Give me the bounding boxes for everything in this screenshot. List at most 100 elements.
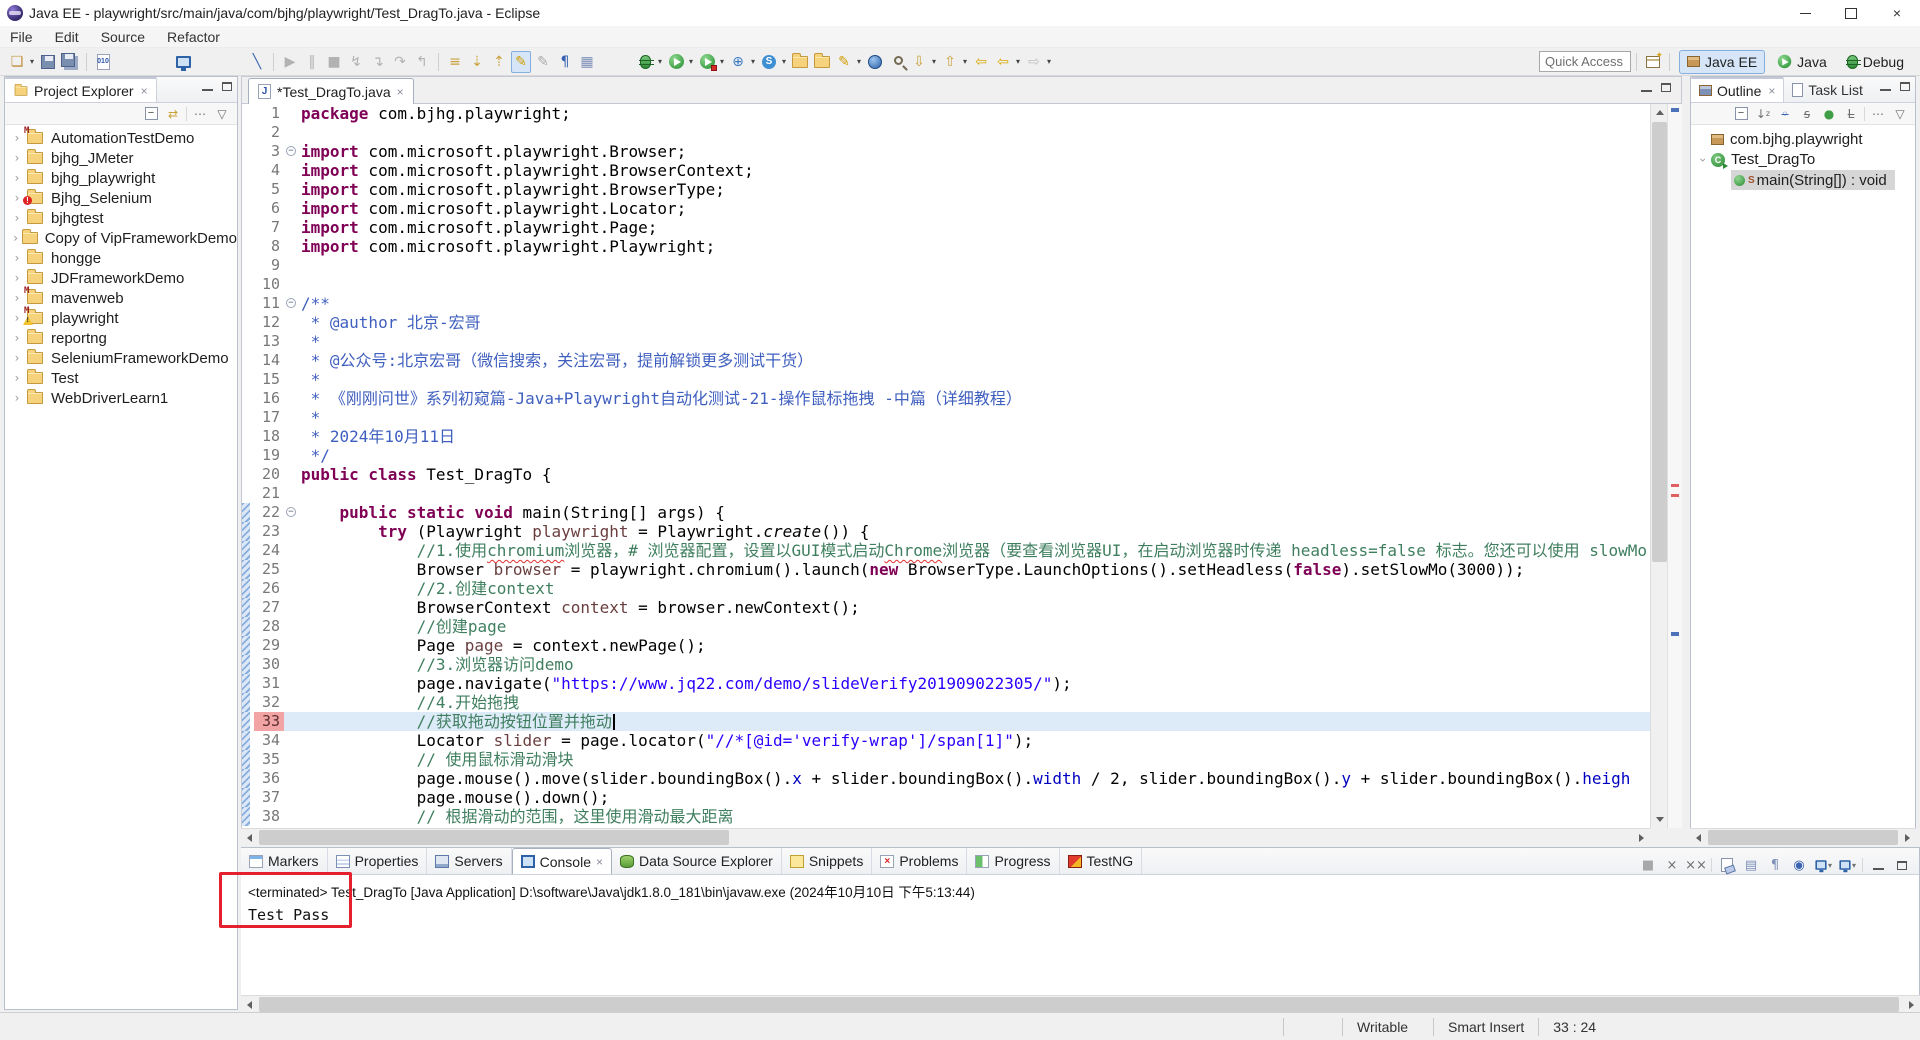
code-line-33[interactable]: 33 //获取拖动按钮位置并拖动 xyxy=(242,712,1650,731)
close-view-icon[interactable]: × xyxy=(1768,84,1775,98)
editor-vertical-scrollbar[interactable] xyxy=(1650,104,1667,828)
outline-horizontal-scrollbar[interactable] xyxy=(1690,828,1916,845)
minimize-view-button[interactable] xyxy=(1869,856,1887,874)
show-whitespace-button[interactable]: ¶ xyxy=(555,51,575,73)
expand-chevron[interactable]: › xyxy=(9,291,25,305)
close-view-icon[interactable]: × xyxy=(141,84,148,98)
expand-chevron[interactable]: › xyxy=(9,231,22,245)
tab-markers[interactable]: Markers xyxy=(241,848,328,874)
project-item-playwright[interactable]: ›Mplaywright xyxy=(5,308,237,328)
expand-chevron[interactable]: › xyxy=(9,331,25,345)
scroll-right-button[interactable] xyxy=(1903,996,1920,1013)
debug-button-dropdown[interactable]: ▾ xyxy=(656,51,664,73)
menu-refactor[interactable]: Refactor xyxy=(167,29,220,45)
hide-local-types-button[interactable]: L xyxy=(1842,105,1860,123)
export-button[interactable]: ⇧ xyxy=(940,51,960,73)
word-wrap-button[interactable]: ¶ xyxy=(1766,856,1784,874)
scroll-left-button[interactable] xyxy=(1690,829,1707,846)
expand-chevron[interactable]: › xyxy=(9,151,25,165)
step-over-button[interactable]: ↷ xyxy=(390,51,410,73)
remote-console-button[interactable] xyxy=(173,51,193,73)
scroll-left-button[interactable] xyxy=(241,829,258,846)
code-line-16[interactable]: 16 * 《刚刚问世》系列初窥篇-Java+Playwright自动化测试-21… xyxy=(242,389,1650,408)
show-public-button[interactable]: ● xyxy=(1820,105,1838,123)
code-line-28[interactable]: 28 //创建page xyxy=(242,617,1650,636)
code-line-2[interactable]: 2 xyxy=(242,123,1650,142)
tab-test-dragto[interactable]: J *Test_DragTo.java × xyxy=(248,78,414,104)
tab-project-explorer[interactable]: Project Explorer × xyxy=(5,77,157,102)
code-line-21[interactable]: 21 xyxy=(242,484,1650,503)
outline-item-package[interactable]: com.bjhg.playwright xyxy=(1691,129,1915,150)
scrollbar-thumb[interactable] xyxy=(259,997,1899,1012)
close-view-icon[interactable]: × xyxy=(596,855,603,869)
code-line-38[interactable]: 38 // 根据滑动的范围，这里使用滑动最大距离 xyxy=(242,807,1650,826)
close-window-button[interactable]: × xyxy=(1874,0,1920,26)
coverage-button-dropdown[interactable]: ▾ xyxy=(718,51,726,73)
skype-button-dropdown[interactable]: ▾ xyxy=(780,51,788,73)
run-button-dropdown[interactable]: ▾ xyxy=(687,51,695,73)
remove-launch-button[interactable]: × xyxy=(1663,856,1681,874)
project-item-hongge[interactable]: ›hongge xyxy=(5,248,237,268)
project-item-mavenweb[interactable]: ›Mmavenweb xyxy=(5,288,237,308)
fold-marker-icon[interactable]: − xyxy=(286,146,296,156)
tab-snippets[interactable]: Snippets xyxy=(782,848,872,874)
fold-marker-icon[interactable]: − xyxy=(286,298,296,308)
prev-annotation-button[interactable]: ⇡ xyxy=(489,51,509,73)
code-line-4[interactable]: 4import com.microsoft.playwright.Browser… xyxy=(242,161,1650,180)
expand-chevron[interactable]: › xyxy=(9,271,25,285)
web-service-button-dropdown[interactable]: ▾ xyxy=(749,51,757,73)
menu-edit[interactable]: Edit xyxy=(55,29,79,45)
tab-console[interactable]: Console× xyxy=(512,848,612,874)
step-into-button[interactable]: ↴ xyxy=(368,51,388,73)
scroll-right-button[interactable] xyxy=(1899,829,1916,846)
tab-task-list[interactable]: Task List xyxy=(1784,77,1870,102)
code-line-29[interactable]: 29 Page page = context.newPage(); xyxy=(242,636,1650,655)
maximize-view-button[interactable] xyxy=(1893,856,1911,874)
code-line-13[interactable]: 13 * xyxy=(242,332,1650,351)
view-menu-button[interactable]: ▽ xyxy=(1891,105,1909,123)
search-button[interactable] xyxy=(887,51,907,73)
code-line-12[interactable]: 12 * @author 北京-宏哥 xyxy=(242,313,1650,332)
web-service-button[interactable]: ⊕ xyxy=(728,51,748,73)
debug-button[interactable] xyxy=(635,51,655,73)
overview-ruler[interactable] xyxy=(1667,104,1682,828)
minimize-view-button[interactable] xyxy=(202,88,213,91)
suspend-button[interactable]: ‖ xyxy=(302,51,322,73)
collapse-chevron[interactable]: › xyxy=(1696,152,1710,168)
tab-problems[interactable]: ×Problems xyxy=(872,848,967,874)
mark-occurrences-button[interactable]: ✎ xyxy=(511,51,531,73)
code-line-5[interactable]: 5import com.microsoft.playwright.Browser… xyxy=(242,180,1650,199)
project-item-copy-of-vipframeworkdemo[interactable]: ›Copy of VipFrameworkDemo xyxy=(5,228,237,248)
skip-all-breakpoints-button[interactable]: ╲ xyxy=(247,51,267,73)
hide-fields-button[interactable]: ◦ xyxy=(1776,105,1794,123)
disconnect-button[interactable]: ↯ xyxy=(346,51,366,73)
code-line-37[interactable]: 37 page.mouse().down(); xyxy=(242,788,1650,807)
collapse-all-button[interactable]: − xyxy=(1732,105,1750,123)
focus-button[interactable]: ⋯ xyxy=(1869,105,1887,123)
outline-item-class[interactable]: › C Test_DragTo xyxy=(1691,150,1915,171)
code-line-11[interactable]: 11−/** xyxy=(242,294,1650,313)
tab-data-source-explorer[interactable]: Data Source Explorer xyxy=(612,848,782,874)
open-perspective-button[interactable] xyxy=(1643,51,1663,73)
maximize-view-button[interactable] xyxy=(1900,82,1910,91)
tab-servers[interactable]: Servers xyxy=(427,848,511,874)
save-button[interactable] xyxy=(38,51,58,73)
quick-access-input[interactable] xyxy=(1539,51,1631,72)
annotate-button-dropdown[interactable]: ▾ xyxy=(855,51,863,73)
code-line-22[interactable]: 22− public static void main(String[] arg… xyxy=(242,503,1650,522)
import-button[interactable]: ⇩ xyxy=(909,51,929,73)
scrollbar-thumb[interactable] xyxy=(1708,830,1898,845)
code-line-8[interactable]: 8import com.microsoft.playwright.Playwri… xyxy=(242,237,1650,256)
display-console-button[interactable]: ▾ xyxy=(1814,856,1832,874)
fold-marker-icon[interactable]: − xyxy=(286,507,296,517)
clear-console-button[interactable] xyxy=(1718,856,1736,874)
terminate-button[interactable]: ■ xyxy=(324,51,344,73)
next-annotation-button[interactable]: ⇣ xyxy=(467,51,487,73)
project-item-webdriverlearn1[interactable]: ›WebDriverLearn1 xyxy=(5,388,237,408)
close-editor-icon[interactable]: × xyxy=(397,85,404,99)
step-return-button[interactable]: ↰ xyxy=(412,51,432,73)
export-button-dropdown[interactable]: ▾ xyxy=(961,51,969,73)
code-line-7[interactable]: 7import com.microsoft.playwright.Page; xyxy=(242,218,1650,237)
menu-file[interactable]: File xyxy=(10,29,33,45)
forward-button-dropdown[interactable]: ▾ xyxy=(1045,51,1053,73)
